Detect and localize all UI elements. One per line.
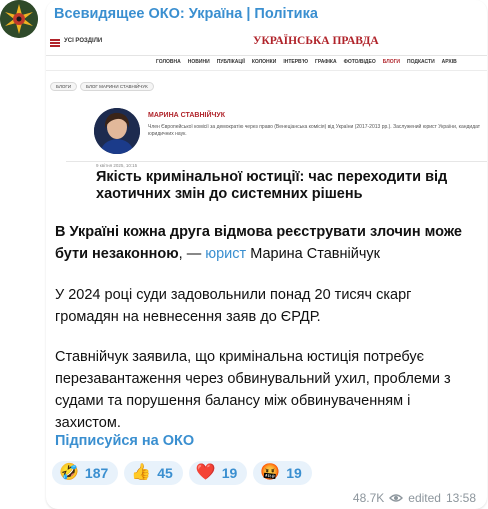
message-meta: 48.7K edited 13:58 [353, 491, 476, 505]
site-logo: УКРАЇНСЬКА ПРАВДА [253, 35, 379, 47]
heart-emoji-icon: ❤️ [195, 464, 216, 481]
lawyer-link[interactable]: юрист [205, 246, 246, 262]
article-title: Якість кримінальної юстиції: час переход… [96, 169, 448, 202]
message-paragraph-1: В Україні кожна друга відмова реєструват… [55, 221, 475, 265]
message-paragraph-2: У 2024 році суди задовольнили понад 20 т… [55, 287, 412, 325]
channel-name[interactable]: Всевидящее ОКО: Україна | Політика [54, 6, 318, 22]
reaction-rofl[interactable]: 🤣 187 [52, 461, 119, 485]
thumbs-up-emoji-icon: 👍 [131, 464, 152, 481]
nav-item: ФОТО/ВІДЕО [343, 59, 376, 65]
angry-emoji-icon: 🤬 [260, 464, 281, 481]
nav-divider [46, 70, 487, 71]
view-count: 48.7K [352, 491, 385, 505]
reaction-count: 187 [84, 465, 109, 481]
nav-item: ГОЛОВНА [156, 59, 181, 65]
bio-divider [66, 161, 487, 162]
article-preview-image[interactable]: УСІ РОЗДІЛИ УКРАЇНСЬКА ПРАВДА ГОЛОВНА НО… [46, 30, 487, 210]
reactions-bar: 🤣 187 👍 45 ❤️ 19 🤬 19 [52, 461, 312, 485]
reaction-thumbs-up[interactable]: 👍 45 [124, 461, 183, 485]
author-photo [94, 108, 140, 154]
reaction-heart[interactable]: ❤️ 19 [188, 461, 248, 485]
breadcrumb-blogs: БЛОГИ [50, 82, 78, 91]
author-mention: Марина Ставнійчук [246, 246, 380, 262]
site-topbar: УСІ РОЗДІЛИ УКРАЇНСЬКА ПРАВДА [46, 30, 487, 56]
nav-item: НОВИНИ [187, 59, 210, 65]
nav-item: ПУБЛІКАЦІЇ [216, 59, 245, 65]
author-bio: Член Європейської комісії за демократію … [148, 124, 481, 137]
site-nav: ГОЛОВНА НОВИНИ ПУБЛІКАЦІЇ КОЛОНКИ ІНТЕРВ… [156, 59, 457, 69]
menu-icon [50, 39, 60, 47]
rofl-emoji-icon: 🤣 [59, 464, 79, 481]
subscribe-link[interactable]: Підписуйся на ОКО [55, 433, 194, 449]
nav-item-active: БЛОГИ [382, 59, 401, 65]
reaction-angry[interactable]: 🤬 19 [253, 461, 312, 485]
separator-text: , — [178, 246, 206, 262]
reaction-count: 19 [286, 465, 302, 481]
nav-item: КОЛОНКИ [251, 59, 277, 65]
article-date: 9 квітня 2025, 10:15 [96, 163, 138, 168]
sections-label: УСІ РОЗДІЛИ [64, 38, 103, 44]
nav-item: ГРАФІКА [315, 59, 337, 65]
edited-label: edited [408, 491, 441, 505]
nav-item: АРХІВ [441, 59, 457, 65]
nav-item: ПОДКАСТИ [407, 59, 435, 65]
author-name: МАРИНА СТАВНІЙЧУК [148, 112, 226, 119]
channel-avatar[interactable] [0, 0, 38, 38]
message-time: 13:58 [445, 491, 476, 505]
message-paragraph-3: Ставнійчук заявила, що кримінальна юстиц… [55, 349, 451, 431]
eye-icon [389, 493, 404, 503]
reaction-count: 19 [221, 465, 238, 481]
breadcrumb-author-blog: БЛОГ МАРИНИ СТАВНІЙЧУК [80, 82, 154, 91]
reaction-count: 45 [157, 465, 173, 481]
nav-item: ІНТЕРВ'Ю [283, 59, 309, 65]
